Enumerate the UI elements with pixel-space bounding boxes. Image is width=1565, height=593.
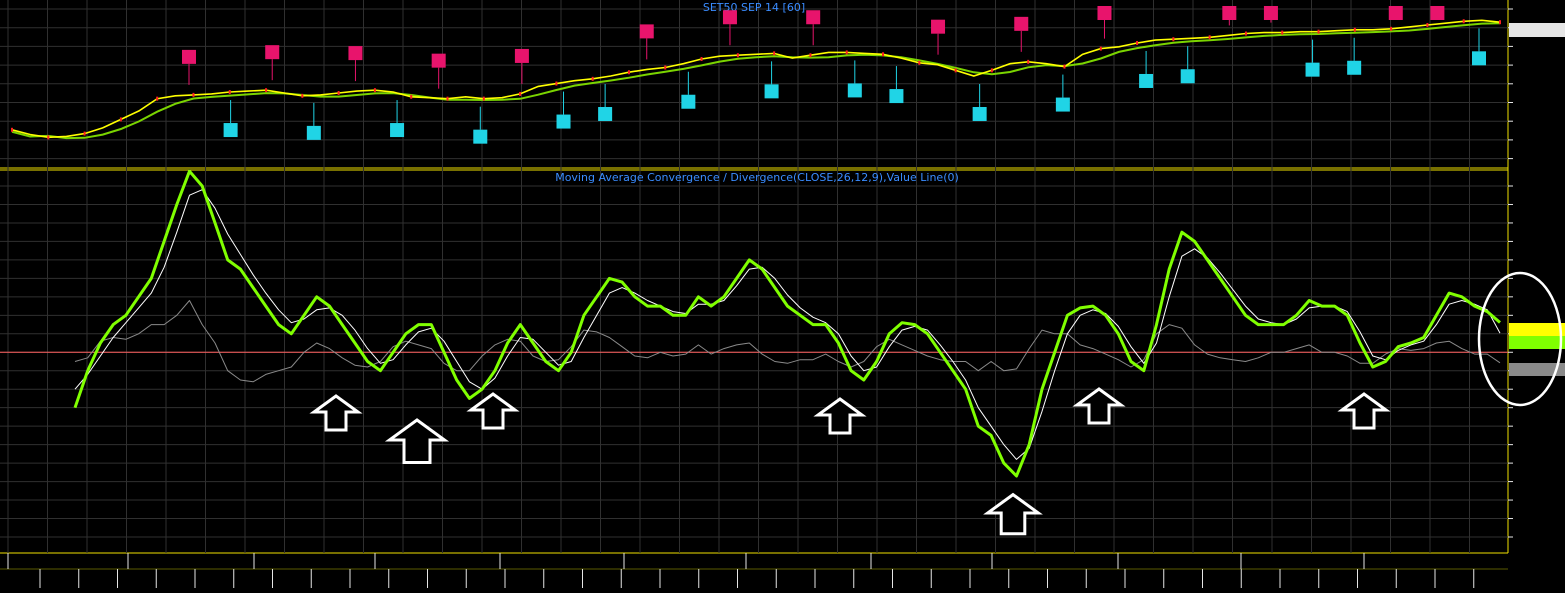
price-bar — [11, 127, 13, 132]
buy-arrows — [309, 387, 1391, 536]
price-bar — [373, 88, 376, 93]
sell-signal-marker — [1388, 6, 1403, 20]
buy-signal-marker — [1347, 60, 1362, 75]
sell-signal-marker — [1430, 6, 1445, 20]
macd-y-axis — [1508, 185, 1513, 538]
trade-signals — [182, 6, 1486, 144]
price-bar — [591, 76, 594, 81]
sell-signal-marker — [1263, 6, 1278, 20]
buy-signal-marker — [972, 107, 987, 122]
price-bar — [809, 53, 812, 58]
price-bar — [1099, 46, 1102, 51]
price-bar — [519, 91, 522, 96]
macd-line — [73, 169, 1501, 478]
price-bar — [192, 92, 195, 97]
price-bar — [1462, 19, 1465, 24]
macd-series — [0, 169, 1508, 478]
price-bar — [700, 57, 703, 62]
sell-signal-marker — [348, 46, 363, 61]
price-bar — [1317, 29, 1320, 34]
buy-signal-marker — [847, 83, 862, 98]
up-arrow-annotation — [1337, 392, 1391, 430]
price-bar — [1390, 26, 1393, 31]
price-bar — [265, 88, 268, 93]
sell-signal-marker — [265, 45, 280, 60]
buy-signal-marker — [764, 84, 779, 99]
price-bar — [83, 131, 86, 136]
sell-signal-marker — [722, 10, 737, 25]
sell-signal-marker — [1014, 16, 1029, 31]
buy-signal-marker — [681, 94, 696, 109]
macd-value-box — [1509, 323, 1565, 336]
price-y-axis — [1508, 8, 1565, 160]
price-bar — [664, 65, 667, 70]
time-axis — [7, 553, 1475, 588]
price-bar — [1063, 64, 1066, 69]
macd-value-box — [1509, 336, 1565, 349]
price-bar — [627, 70, 630, 75]
price-bar — [1172, 37, 1175, 42]
histogram-line — [74, 300, 1501, 383]
sell-signal-marker — [514, 48, 529, 63]
price-bar — [1136, 40, 1139, 45]
buy-signal-marker — [556, 114, 571, 129]
up-arrow-annotation — [813, 397, 867, 435]
sell-signal-marker — [182, 49, 196, 64]
buy-signal-marker — [223, 123, 238, 138]
price-chart-title: SET50 SEP 14 [60] — [703, 1, 805, 14]
buy-signal-marker — [473, 129, 488, 144]
price-bar — [1244, 31, 1247, 36]
price-bar — [228, 90, 231, 95]
up-arrow-annotation — [309, 394, 363, 432]
price-bar — [47, 135, 50, 140]
buy-signal-marker — [306, 125, 321, 140]
price-bar — [1208, 35, 1211, 40]
price-bar — [119, 117, 122, 122]
sell-signal-marker — [1222, 6, 1237, 20]
price-bar — [1281, 30, 1284, 35]
panel-frames — [0, 0, 1509, 570]
price-bar — [773, 51, 776, 56]
price-bar — [845, 50, 848, 55]
buy-signal-marker — [1139, 73, 1154, 88]
sell-signal-marker — [1097, 6, 1112, 20]
price-bar — [156, 96, 159, 101]
buy-signal-marker — [390, 123, 405, 138]
price-bar — [1353, 27, 1356, 32]
buy-signal-marker — [598, 107, 613, 122]
price-bar — [1027, 59, 1030, 64]
macd-chart-title: Moving Average Convergence / Divergence(… — [555, 171, 959, 184]
sell-signal-marker — [806, 10, 821, 25]
price-bar — [918, 60, 921, 65]
price-bar — [736, 53, 739, 58]
price-bar — [882, 52, 885, 57]
buy-signal-marker — [889, 89, 904, 104]
price-bar — [990, 68, 993, 73]
buy-signal-marker — [1305, 62, 1320, 77]
sell-signal-marker — [931, 19, 946, 34]
buy-signal-marker — [1055, 97, 1070, 112]
price-line — [11, 19, 1501, 139]
up-arrow-annotation — [466, 392, 520, 430]
price-bar — [555, 81, 558, 86]
buy-signal-marker — [1472, 51, 1486, 66]
price-bar — [301, 93, 304, 98]
sell-signal-marker — [431, 53, 446, 68]
last-price-box — [1509, 23, 1565, 37]
price-bar — [410, 94, 413, 99]
price-bar — [482, 96, 485, 101]
buy-signal-marker — [1180, 69, 1195, 84]
price-bar — [954, 68, 957, 73]
price-bar — [446, 96, 449, 101]
price-bar — [1426, 23, 1429, 28]
sell-signal-marker — [639, 24, 654, 39]
grid — [0, 0, 1508, 553]
price-bar — [337, 90, 340, 95]
chart-window: SET50 SEP 14 [60] Moving Average Converg… — [0, 0, 1565, 588]
price-bar — [1499, 20, 1501, 25]
chart-canvas: SET50 SEP 14 [60] Moving Average Converg… — [0, 0, 1565, 588]
